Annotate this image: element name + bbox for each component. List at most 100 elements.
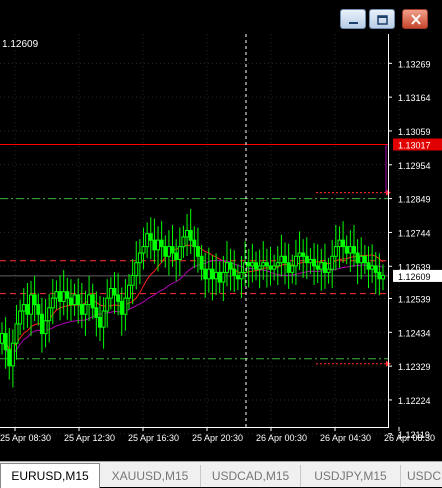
time-tick-label: 26 Apr 04:30 [320,433,371,443]
candle-body [156,239,161,251]
price-tick-label: 1.13164 [398,93,431,103]
candle-body [61,291,66,302]
candle-body [50,297,55,309]
candle-body [7,349,12,367]
candle-body [217,271,222,283]
candle-body [43,320,48,335]
time-tick-label: 25 Apr 20:30 [192,433,243,443]
candle-body [319,262,324,270]
candle-body [47,307,52,322]
candle-body [116,294,121,302]
candle-body [108,287,113,299]
candle-body [54,291,59,299]
candle-body [130,275,135,286]
candle-body [195,246,200,257]
close-button[interactable] [402,9,428,29]
candle-body [221,271,226,283]
candle-body [170,246,175,254]
candle-body [333,246,338,257]
candle-body [246,262,251,267]
chart-canvas[interactable]: 1.12609 1.13269 1.13164 1.13059 1.12954 1.12… [0,34,442,461]
time-tick-label: 25 Apr 12:30 [64,433,115,443]
candle-body [163,246,168,257]
candle-body [65,291,70,299]
price-tick-label: 1.12224 [398,396,431,406]
price-tick-label: 1.12539 [398,294,431,304]
candle-body [181,236,186,248]
candle-body [188,230,193,241]
tab-eurusd-m15[interactable]: EURUSD,M15 [0,463,100,488]
candle-body [87,294,92,306]
candle-body [214,271,219,280]
candle-body [283,255,288,264]
candle-body [58,291,63,302]
price-tick-label: 1.13269 [398,59,431,69]
candle-body [370,265,375,270]
candle-body [123,297,128,315]
candle-body [297,252,302,257]
candle-body [224,262,229,273]
candle-body [36,304,41,315]
candle-body [79,304,84,315]
candle-body [101,310,106,328]
candle-body [344,246,349,254]
candle-body [97,316,102,328]
candle-body [304,255,309,264]
candle-body [250,262,255,267]
candle-body [206,268,211,280]
candle-body [10,342,15,367]
candle-body [359,255,364,264]
candle-body [25,304,30,315]
candle-body [254,262,258,270]
candle-body [148,233,153,241]
time-tick-label: 26 Apr 00:30 [256,433,307,443]
candle-body [257,265,262,270]
candle-body [166,246,171,257]
candle-body [377,271,382,280]
restore-button[interactable] [369,9,395,29]
candle-body [362,255,367,264]
candle-body [355,252,360,264]
candle-body [315,265,320,270]
candle-body [322,262,327,273]
price-axis: 1.13269 1.13164 1.13059 1.12954 1.12849 1.127… [388,59,442,440]
candle-body [177,246,182,260]
price-chart[interactable]: 1.12609 1.13269 1.13164 1.13059 1.12954 1.12… [0,34,442,461]
candle-body [235,275,240,280]
candle-body [261,262,266,267]
candle-body [18,310,23,325]
candle-body [308,258,313,264]
candle-body [373,265,378,273]
candle-body [268,265,273,270]
candle-body [381,275,385,280]
tab-usdjpy-m15[interactable]: USDJPY,M15 [301,465,401,487]
candle-body [152,239,157,251]
candle-body [210,268,215,280]
candle-body [286,262,291,273]
price-tick-label: 1.12849 [398,195,431,205]
candle-body [127,284,131,299]
candle-body [105,297,110,312]
time-tick-label: 25 Apr 08:30 [0,433,51,443]
candle-body [301,252,306,257]
candle-body [185,230,190,238]
candle-body [90,294,95,309]
candle-body [137,252,142,264]
candle-body [351,246,356,254]
candle-body [312,258,317,267]
candle-body [341,239,346,248]
candle-body [199,255,204,270]
candle-body [337,239,342,248]
candle-body [348,246,353,254]
candle-body [264,262,269,267]
tab-usdcad-m15[interactable]: USDCAD,M15 [201,465,301,487]
candle-body [141,246,146,254]
candle-body [145,233,150,248]
tab-xauusd-m15[interactable]: XAUUSD,M15 [100,465,201,487]
tab-usdchf[interactable]: USDCHF [401,465,442,487]
candle-body [83,304,88,315]
chart-corner-price: 1.12609 [2,39,39,50]
candle-body [68,297,73,306]
minimize-button[interactable] [340,9,366,29]
candle-body [192,239,197,248]
